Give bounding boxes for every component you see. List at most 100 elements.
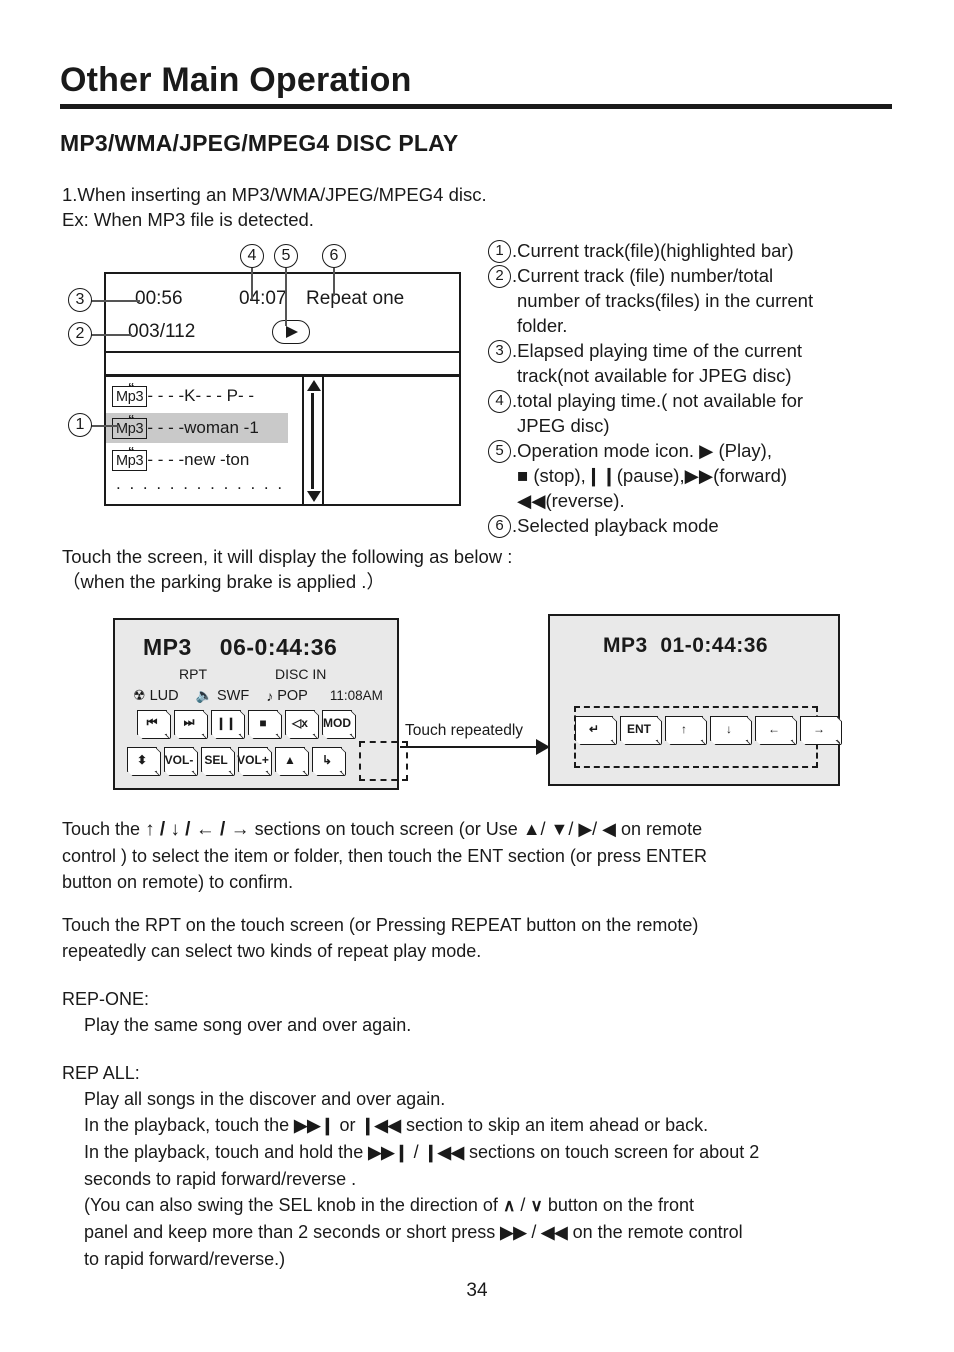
previous-track-button[interactable]: ⏮	[137, 710, 167, 735]
total-time: 04:07	[239, 288, 287, 309]
legend-number: 6	[488, 515, 511, 538]
rep-one-line-1: Play the same song over and over again.	[84, 1015, 412, 1035]
rep-all-line-7: to rapid forward/reverse.)	[84, 1249, 286, 1269]
page-number: 34	[466, 1280, 488, 1301]
legend-item-2: 2 .Current track (file) number/total	[488, 263, 900, 288]
list-item[interactable]: “ Mp3 - - - -woman -1	[106, 413, 288, 443]
volume-down-button[interactable]: VOL-	[164, 747, 194, 772]
badge-quote-mark: “	[128, 443, 135, 459]
rewind-icon: ◀◀	[541, 1223, 568, 1242]
section-title: MP3/WMA/JPEG/MPEG4 DISC PLAY	[60, 130, 459, 156]
nav-line-2: control ) to select the item or folder, …	[62, 846, 707, 866]
touchscreen-intro: Touch the screen, it will display the fo…	[62, 544, 512, 594]
mute-button[interactable]: ◁x	[285, 710, 315, 735]
touch-panel-navigation: MP3 01-0:44:36 ↵ ENT ↑ ↓ ← →	[548, 614, 840, 786]
fast-forward-icon: ▶▶❙	[294, 1116, 335, 1135]
rep-one-section: REP-ONE: Play the same song over and ove…	[62, 986, 894, 1038]
left-arrow-icon: ←	[768, 721, 780, 736]
pause-button[interactable]: ❙❙	[211, 710, 241, 735]
play-icon	[272, 320, 310, 344]
rep-all-line-5-c: button on the front	[542, 1195, 694, 1215]
scroll-track[interactable]	[311, 393, 314, 489]
mp3-file-icon: “ Mp3	[112, 413, 148, 439]
leader-3	[90, 300, 140, 302]
mp3-file-icon: “ Mp3	[112, 443, 148, 471]
mode-label: MOD	[323, 715, 351, 730]
select-label: SEL	[204, 752, 228, 767]
scroll-down-icon[interactable]	[307, 491, 321, 502]
previous-track-icon: ⏮	[146, 715, 158, 729]
legend-continuation: folder.	[517, 315, 568, 336]
connector-line	[400, 746, 540, 748]
intro-line-2: Ex: When MP3 file is detected.	[62, 209, 314, 230]
eject-icon: ▲	[284, 752, 296, 767]
source-label: MP3	[603, 634, 648, 657]
volume-up-button[interactable]: VOL+	[237, 747, 269, 772]
badge-quote-mark: “	[128, 379, 135, 395]
clock: 11:08AM	[329, 688, 383, 703]
legend-number: 4	[488, 390, 511, 413]
legend-continuation: JPEG disc)	[517, 415, 610, 436]
list-item[interactable]: “ Mp3 - - - -K- - - P- -	[106, 381, 288, 411]
legend-item-4: 4 .total playing time.( not available fo…	[488, 388, 900, 413]
rep-one-heading: REP-ONE:	[62, 989, 150, 1009]
right-arrow-icon: →	[813, 721, 825, 736]
rep-all-line-3-c: sections on touch screen for about 2	[464, 1142, 760, 1162]
file-list-area: “ Mp3 - - - -K- - - P- - “ Mp3 - - - -wo…	[106, 377, 459, 505]
leader-2	[90, 334, 132, 336]
legend-number: 1	[488, 240, 511, 263]
rep-all-line-4: seconds to rapid forward/reverse .	[84, 1169, 357, 1189]
scroll-up-icon[interactable]	[307, 380, 321, 391]
next-track-button[interactable]: ⏭	[174, 710, 204, 735]
return-button[interactable]: ↵	[575, 716, 613, 741]
up-button[interactable]: ↑	[665, 716, 703, 741]
navigation-instructions: Touch the ↑ / ↓ / ← / → sections on touc…	[62, 816, 894, 895]
pause-icon: ❙❙	[215, 715, 237, 730]
rep-all-line-6-b: /	[526, 1222, 542, 1242]
legend-item-5: 5 .Operation mode icon. ▶ (Play),	[488, 438, 900, 463]
mode-button[interactable]: MOD	[322, 710, 352, 735]
rep-all-line-3-b: /	[408, 1142, 424, 1162]
left-button[interactable]: ←	[755, 716, 793, 741]
callout-1: 1	[68, 413, 92, 437]
return-arrow-icon: ↵	[588, 721, 600, 736]
leader-4	[251, 268, 253, 300]
list-item[interactable]: “ Mp3 - - - -new -ton	[106, 445, 288, 475]
playback-time: 01-0:44:36	[660, 634, 769, 657]
volume-up-label: VOL+	[237, 752, 269, 767]
legend-list: 1 .Current track(file)(highlighted bar) …	[488, 238, 900, 538]
screen-divider-1	[106, 351, 459, 353]
rep-all-section: REP ALL: Play all songs in the discover …	[62, 1060, 894, 1272]
nav-line-3: button on remote) to confirm.	[62, 872, 294, 892]
eject-button[interactable]: ▲	[275, 747, 305, 772]
enter-loop-button[interactable]: ↳	[312, 747, 342, 772]
touchscreen-intro-line-1: Touch the screen, it will display the fo…	[62, 546, 513, 567]
track-number: 003/112	[128, 321, 196, 342]
rep-all-line-5-a: (You can also swing the SEL knob in the …	[84, 1195, 503, 1215]
leader-6	[333, 268, 335, 296]
enter-button[interactable]: ENT	[620, 716, 658, 741]
legend-number: 3	[488, 340, 511, 363]
legend-item-6: 6 .Selected playback mode	[488, 513, 900, 538]
down-button[interactable]: ↓	[710, 716, 748, 741]
direction-arrows-icon: ↑ / ↓ / ← / →	[145, 819, 250, 840]
stop-button[interactable]: ■	[248, 710, 278, 735]
nav-line-1-a: Touch the	[62, 819, 146, 839]
scrollbar[interactable]	[304, 377, 324, 505]
rpt-indicator[interactable]: RPT	[179, 666, 207, 682]
panel-title: MP3 01-0:44:36	[603, 634, 768, 658]
panel-title: MP3 06-0:44:36	[143, 634, 337, 661]
file-name: - - - -woman -1	[147, 418, 259, 437]
playback-mode-label: Repeat one	[306, 288, 405, 309]
rep-all-line-2: In the playback, touch the ▶▶❙ or ❙◀◀ se…	[62, 1112, 894, 1139]
select-button[interactable]: SEL	[201, 747, 231, 772]
right-button[interactable]: →	[800, 716, 838, 741]
rewind-icon: ❙◀◀	[423, 1143, 465, 1162]
rep-all-line-5-b: /	[515, 1195, 531, 1215]
legend-continuation: ■ (stop),❙❙(pause),▶▶(forward)	[517, 465, 788, 486]
file-list: “ Mp3 - - - -K- - - P- - “ Mp3 - - - -wo…	[106, 377, 304, 505]
updown-button[interactable]: ⬍	[127, 747, 157, 772]
callout-3: 3	[68, 288, 92, 312]
page-title: Other Main Operation	[60, 61, 412, 99]
legend-text: .Current track (file) number/total	[512, 265, 774, 286]
